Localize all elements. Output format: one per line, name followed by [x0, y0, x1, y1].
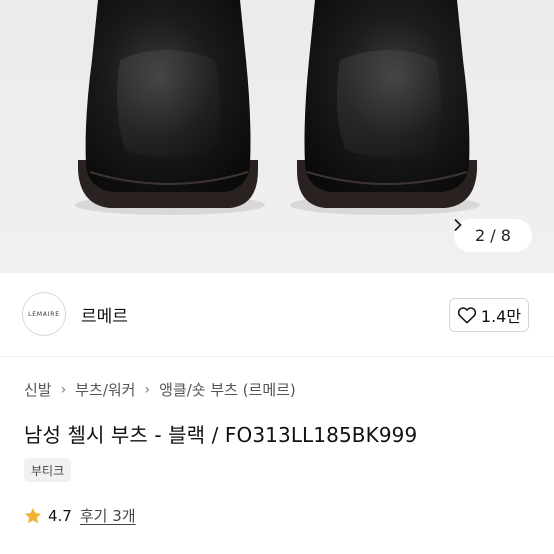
image-counter-label: 2 / 8 — [475, 226, 511, 245]
image-counter[interactable]: 2 / 8 — [454, 219, 532, 252]
chevron-right-icon: › — [60, 381, 67, 398]
like-count: 1.4만 — [480, 307, 522, 326]
boutique-badge: 부티크 — [24, 458, 72, 482]
reviews-link[interactable]: 후기 3개 — [80, 505, 136, 526]
shop-logo-text: LEMAIRE — [28, 310, 60, 318]
chevron-right-icon — [454, 219, 462, 231]
breadcrumb-item[interactable]: 앵클/숏 부츠 (르메르) — [159, 379, 296, 400]
breadcrumb-item[interactable]: 신발 — [24, 379, 52, 400]
product-title: 남성 첼시 부츠 - 블랙 / FO313LL185BK999 — [24, 423, 418, 447]
star-icon — [24, 507, 42, 523]
rating-score: 4.7 — [48, 506, 72, 525]
product-image[interactable]: 2 / 8 — [0, 0, 554, 273]
shop-logo[interactable]: LEMAIRE — [22, 292, 66, 336]
shop-name[interactable]: 르메르 — [81, 302, 128, 327]
breadcrumb: 신발 › 부츠/워커 › 앵클/숏 부츠 (르메르) — [24, 379, 296, 400]
rating-row: 4.7 후기 3개 — [23, 505, 136, 526]
heart-icon — [457, 307, 476, 324]
like-button[interactable]: 1.4만 — [449, 298, 529, 332]
breadcrumb-item[interactable]: 부츠/워커 — [75, 379, 135, 400]
shop-row[interactable]: LEMAIRE 르메르 1.4만 — [0, 273, 554, 357]
chevron-right-icon: › — [144, 381, 151, 398]
